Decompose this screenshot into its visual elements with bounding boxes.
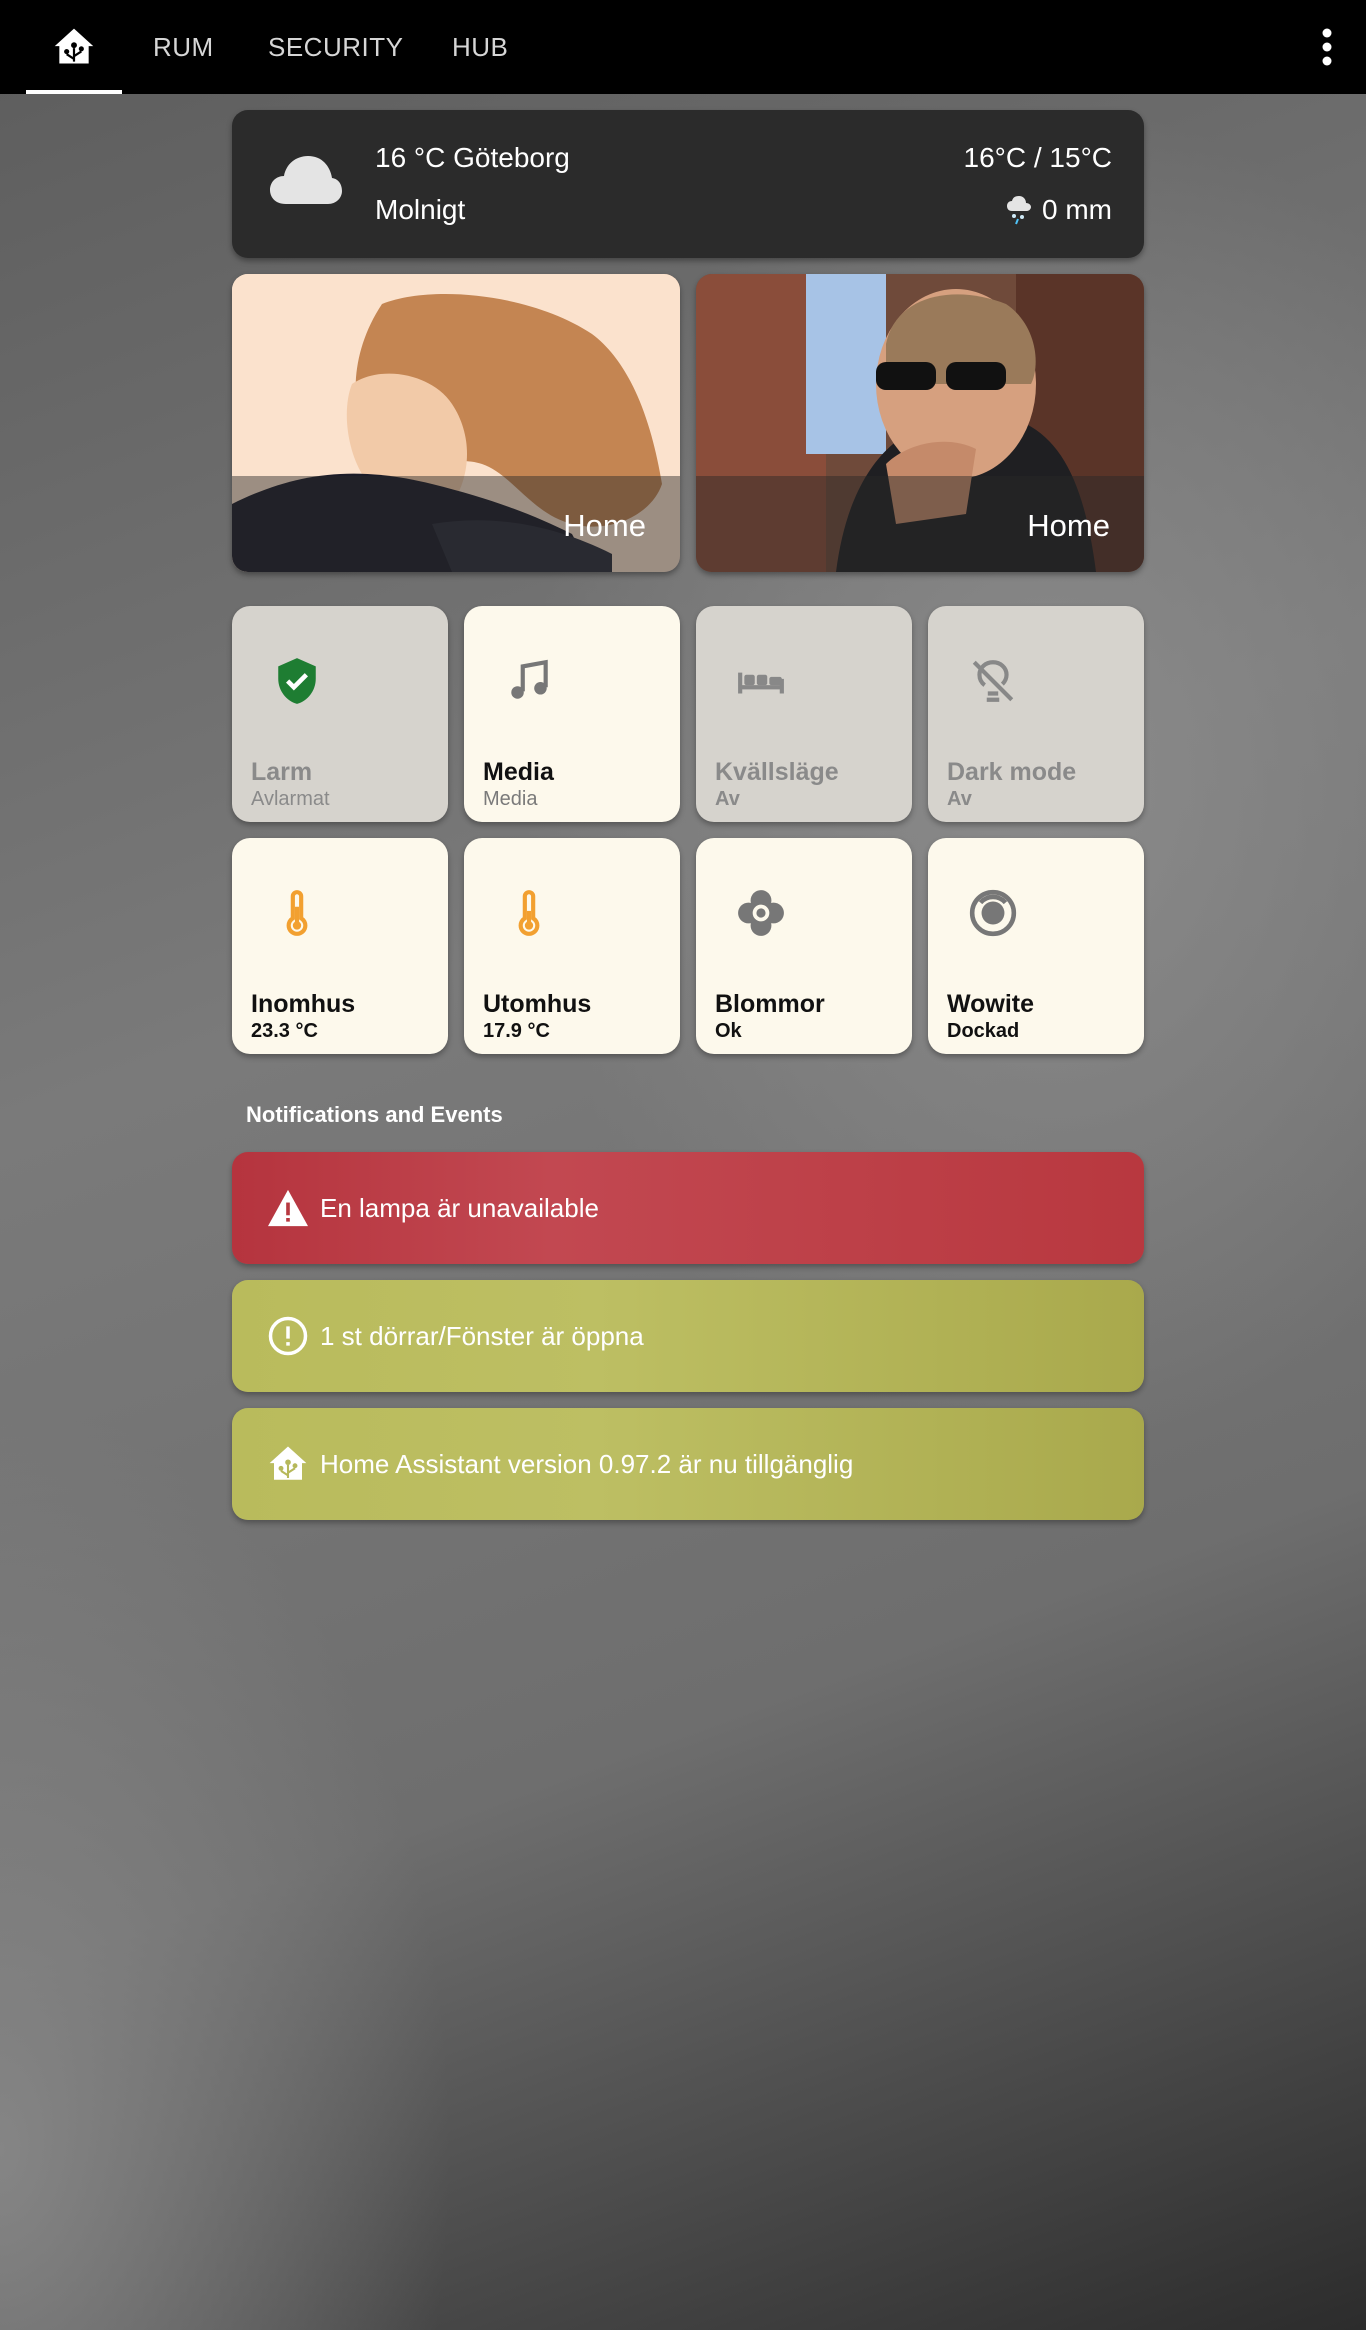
lightbulb-off-icon: [972, 660, 1014, 702]
thermometer-icon: [518, 890, 540, 936]
tab-hub[interactable]: HUB: [452, 0, 508, 94]
notification-text: 1 st dörrar/Fönster är öppna: [320, 1320, 644, 1351]
weather-card[interactable]: 16 °C Göteborg Molnigt 16°C / 15°C 0 mm: [232, 110, 1144, 258]
tile-name: Utomhus: [483, 990, 592, 1018]
notification-card[interactable]: En lampa är unavailable: [232, 1152, 1144, 1264]
bed-icon: [738, 672, 784, 694]
flower-icon: [738, 890, 784, 936]
overflow-menu-button[interactable]: [1302, 22, 1352, 72]
home-assistant-icon: [266, 1442, 310, 1486]
tile-name: Media: [483, 758, 554, 786]
tile-state: Media: [483, 788, 538, 810]
tile-kvallslage[interactable]: Kvällsläge Av: [696, 606, 912, 822]
tile-state: Dockad: [947, 1020, 1020, 1042]
tile-name: Larm: [251, 758, 313, 786]
tile-name: Inomhus: [251, 990, 356, 1018]
tab-security[interactable]: SECURITY: [268, 0, 403, 94]
tile-name: Blommor: [715, 990, 825, 1018]
music-note-icon: [511, 659, 548, 699]
notification-card[interactable]: 1 st dörrar/Fönster är öppna: [232, 1280, 1144, 1392]
person-card[interactable]: Home: [232, 274, 680, 572]
robot-vacuum-icon: [969, 889, 1017, 937]
tile-state: 23.3 °C: [251, 1020, 318, 1042]
weather-condition: Molnigt: [375, 194, 466, 225]
alert-triangle-icon: [266, 1186, 310, 1230]
weather-high-low: 16°C / 15°C: [963, 142, 1112, 173]
tile-name: Dark mode: [947, 758, 1077, 786]
alert-circle-icon: [266, 1314, 310, 1358]
tile-wowite[interactable]: Wowite Dockad: [928, 838, 1144, 1054]
home-assistant-icon: [54, 28, 94, 64]
tile-blommor[interactable]: Blommor Ok: [696, 838, 912, 1054]
weather-snowy-rainy-icon: [1007, 196, 1031, 225]
notification-text: Home Assistant version 0.97.2 är nu till…: [320, 1448, 854, 1479]
notifications-heading: Notifications and Events: [246, 1102, 503, 1127]
notification-text: En lampa är unavailable: [320, 1192, 599, 1223]
tile-state: Ok: [715, 1020, 742, 1042]
tile-media[interactable]: Media Media: [464, 606, 680, 822]
tile-state: Avlarmat: [251, 788, 330, 810]
tile-inomhus[interactable]: Inomhus 23.3 °C: [232, 838, 448, 1054]
tab-rum[interactable]: RUM: [153, 0, 214, 94]
person-state: Home: [1027, 508, 1110, 543]
more-vertical-icon: [1322, 28, 1332, 66]
tile-state: Av: [947, 788, 972, 810]
person-state: Home: [563, 508, 646, 543]
tile-name: Kvällsläge: [715, 758, 839, 786]
weather-temperature-location: 16 °C Göteborg: [375, 142, 570, 173]
notification-card[interactable]: Home Assistant version 0.97.2 är nu till…: [232, 1408, 1144, 1520]
thermometer-icon: [286, 890, 308, 936]
shield-check-icon: [278, 658, 316, 704]
tile-dark-mode[interactable]: Dark mode Av: [928, 606, 1144, 822]
active-tab-indicator: [26, 90, 122, 94]
cloud-icon: [270, 156, 342, 204]
top-app-bar: RUM SECURITY HUB: [0, 0, 1366, 94]
weather-precipitation: 0 mm: [1006, 194, 1112, 226]
tile-larm[interactable]: Larm Avlarmat: [232, 606, 448, 822]
precipitation-value: 0 mm: [1042, 194, 1112, 225]
tab-home[interactable]: [26, 0, 122, 94]
person-card[interactable]: Home: [696, 274, 1144, 572]
tile-state: 17.9 °C: [483, 1020, 550, 1042]
tile-state: Av: [715, 788, 740, 810]
tile-name: Wowite: [947, 990, 1035, 1018]
tile-utomhus[interactable]: Utomhus 17.9 °C: [464, 838, 680, 1054]
